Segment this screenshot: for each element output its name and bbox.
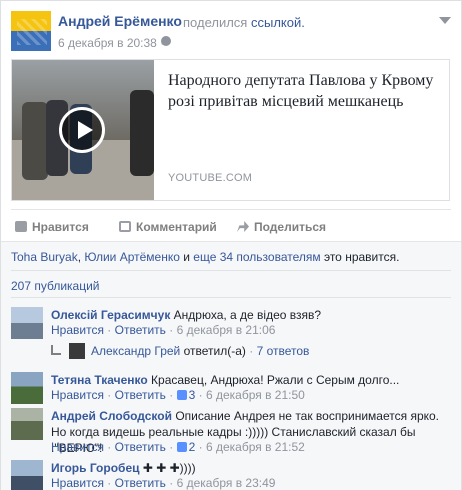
author-avatar[interactable]: [11, 11, 51, 51]
comment-like-count[interactable]: 2: [189, 440, 196, 454]
share-label: Поделиться: [254, 220, 327, 234]
comment-text: Тетяна Ткаченко Красавец, Андрюха! Ржали…: [51, 372, 451, 388]
comment-text: Игорь Горобец ✚ ✚ ✚)))): [51, 460, 451, 476]
comment-icon: [119, 221, 131, 232]
reply-avatar: [69, 343, 85, 359]
shared-prefix: поделился: [183, 15, 248, 30]
shares-count[interactable]: 207 публикаций: [11, 279, 100, 293]
comment-like-link[interactable]: Нравится: [51, 440, 104, 454]
comment-body: Андрюха, а де відео взяв?: [170, 308, 322, 322]
commenter-avatar[interactable]: [11, 460, 43, 490]
comment-meta: Нравится · Ответить · 2 · 6 декабря в 21…: [51, 440, 305, 454]
video-thumbnail[interactable]: [12, 60, 154, 200]
post-actions: Нравится Комментарий Поделиться: [11, 209, 451, 239]
comment-time[interactable]: 6 декабря в 23:49: [177, 476, 276, 490]
comment-reply-link[interactable]: Ответить: [115, 476, 166, 490]
comment-reply-link[interactable]: Ответить: [115, 388, 166, 402]
like-label: Нравится: [32, 220, 89, 234]
comment-reply-link[interactable]: Ответить: [115, 440, 166, 454]
comment-body: ✚ ✚ ✚)))): [139, 461, 196, 475]
share-button[interactable]: Поделиться: [237, 220, 326, 234]
comment-meta: Нравится · Ответить · 6 декабря в 23:49: [51, 476, 276, 490]
post-timestamp[interactable]: 6 декабря в 20:38 ·: [58, 36, 164, 50]
author-name[interactable]: Андрей Ерёменко: [58, 13, 182, 29]
play-icon[interactable]: [59, 107, 105, 153]
commenter-avatar[interactable]: [11, 307, 43, 339]
post-header: Андрей Ерёменко поделился ссылкой. 6 дек…: [11, 11, 451, 51]
comment-author[interactable]: Игорь Горобец: [51, 461, 140, 475]
likes-others-link[interactable]: еще 34 пользователям: [193, 250, 320, 264]
chevron-down-icon[interactable]: [439, 17, 451, 24]
reply-arrow-icon: [51, 345, 61, 355]
link-domain: YOUTUBE.COM: [168, 172, 253, 184]
link-preview[interactable]: Народного депутата Павлова у Крвому розі…: [11, 59, 450, 201]
likes-suffix: это нравится.: [320, 250, 400, 264]
post-card: Андрей Ерёменко поделился ссылкой. 6 дек…: [0, 0, 462, 490]
share-icon: [237, 221, 249, 232]
like-button[interactable]: Нравится: [15, 220, 89, 234]
commenter-avatar[interactable]: [11, 372, 43, 404]
divider: [11, 270, 451, 271]
likes-summary: Toha Buryak, Юлии Артёменко и еще 34 пол…: [11, 250, 400, 264]
comments-section: Toha Buryak, Юлии Артёменко и еще 34 пол…: [1, 241, 461, 490]
comment-author[interactable]: Олексій Герасимчук: [51, 308, 170, 322]
like-count-icon: [176, 442, 187, 452]
thumbs-up-icon: [15, 221, 27, 232]
comment-text: Олексій Герасимчук Андрюха, а де відео в…: [51, 307, 451, 323]
comment-time[interactable]: 6 декабря в 21:52: [206, 440, 305, 454]
comment-like-count[interactable]: 3: [189, 388, 196, 402]
reply-count[interactable]: 7 ответов: [257, 344, 310, 358]
shared-text: поделился ссылкой.: [183, 15, 305, 30]
commenter-avatar[interactable]: [11, 408, 43, 440]
reply-summary[interactable]: Александр Грей ответил(-а) · 7 ответов: [51, 343, 309, 359]
liker-2[interactable]: Юлии Артёменко: [84, 250, 180, 264]
comment-like-link[interactable]: Нравится: [51, 388, 104, 402]
comment-time[interactable]: 6 декабря в 21:50: [206, 388, 305, 402]
comment-reply-link[interactable]: Ответить: [115, 323, 166, 337]
reply-author[interactable]: Александр Грей: [91, 344, 180, 358]
comment-like-link[interactable]: Нравится: [51, 323, 104, 337]
liker-1[interactable]: Toha Buryak: [11, 250, 78, 264]
audience-globe-icon[interactable]: [161, 36, 171, 46]
shared-link[interactable]: ссылкой.: [251, 15, 305, 30]
likes-and: и: [179, 250, 194, 264]
reply-text: ответил(-а): [180, 344, 246, 358]
divider: [11, 297, 451, 298]
comment-author[interactable]: Андрей Слободской: [51, 409, 172, 423]
link-title[interactable]: Народного депутата Павлова у Крвому розі…: [168, 70, 438, 112]
comment-time[interactable]: 6 декабря в 21:06: [177, 323, 276, 337]
like-count-icon: [176, 390, 187, 400]
comment-like-link[interactable]: Нравится: [51, 476, 104, 490]
comment-meta: Нравится · Ответить · 6 декабря в 21:06: [51, 323, 276, 337]
comment-label: Комментарий: [136, 220, 217, 234]
comment-button[interactable]: Комментарий: [119, 220, 217, 234]
comment-author[interactable]: Тетяна Ткаченко: [51, 373, 148, 387]
comment-body: Красавец, Андрюха! Ржали с Серым долго..…: [147, 373, 400, 387]
comment-meta: Нравится · Ответить · 3 · 6 декабря в 21…: [51, 388, 305, 402]
